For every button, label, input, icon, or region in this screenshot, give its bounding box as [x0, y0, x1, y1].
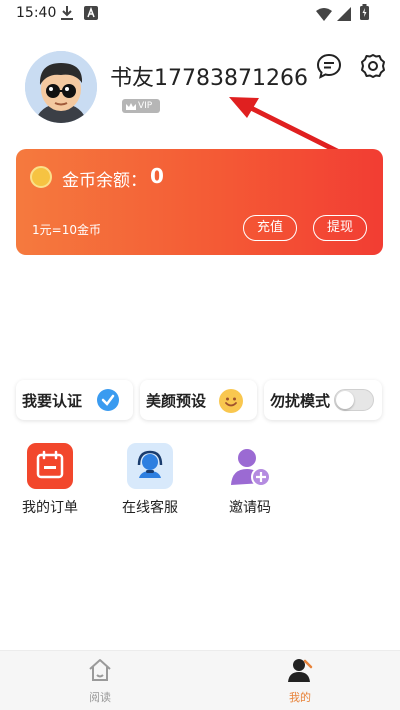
beauty-preset-label: 美颜预设: [146, 391, 207, 410]
verify-feature[interactable]: 我要认证: [16, 380, 133, 420]
withdraw-button[interactable]: 提现: [313, 215, 367, 241]
profile-icon: [288, 659, 313, 682]
nav-read[interactable]: 阅读: [70, 657, 130, 705]
my-orders-item[interactable]: 我的订单: [5, 443, 95, 517]
settings-icon[interactable]: [360, 53, 386, 79]
do-not-disturb-toggle[interactable]: [334, 389, 374, 411]
battery-icon: [360, 4, 369, 24]
wifi-icon: [316, 6, 332, 25]
invite-code-label: 邀请码: [229, 500, 271, 516]
nav-mine-label: 我的: [289, 691, 311, 704]
home-icon: [89, 659, 111, 681]
download-icon: [60, 5, 74, 25]
orders-icon: [27, 443, 73, 489]
message-icon[interactable]: [316, 53, 342, 79]
coin-balance-card: 金币余额： 0 1元=10金币 充值 提现: [16, 149, 383, 255]
username: 书友17783871266: [110, 66, 308, 91]
do-not-disturb-label: 勿扰模式: [270, 391, 331, 410]
my-orders-label: 我的订单: [22, 500, 78, 516]
invite-code-item[interactable]: 邀请码: [205, 443, 295, 517]
avatar[interactable]: [25, 51, 97, 123]
verified-check-icon: [97, 389, 119, 411]
customer-service-icon: [127, 443, 173, 489]
verify-label: 我要认证: [22, 391, 83, 410]
bottom-nav: 阅读 我的: [0, 650, 400, 710]
toggle-knob: [336, 391, 354, 409]
status-bar: 15:40: [0, 0, 400, 28]
vip-label: VIP: [138, 101, 153, 111]
vip-badge: VIP: [122, 99, 160, 113]
coin-icon: [30, 166, 52, 188]
beauty-preset-feature[interactable]: 美颜预设: [140, 380, 257, 420]
recharge-button[interactable]: 充值: [243, 215, 297, 241]
coin-balance-value: 0: [150, 164, 164, 188]
customer-service-label: 在线客服: [122, 500, 178, 516]
status-time: 15:40: [16, 5, 57, 21]
nav-read-label: 阅读: [89, 691, 111, 704]
smile-icon: [219, 389, 243, 413]
notification-a-icon: [84, 5, 98, 24]
coin-balance-label: 金币余额：: [62, 171, 147, 191]
invite-user-icon: [227, 443, 273, 489]
do-not-disturb-feature: 勿扰模式: [264, 380, 382, 420]
customer-service-item[interactable]: 在线客服: [105, 443, 195, 517]
coin-exchange-rate: 1元=10金币: [32, 223, 101, 237]
crown-icon: [126, 102, 136, 110]
signal-icon: [337, 6, 351, 25]
nav-mine[interactable]: 我的: [270, 657, 330, 705]
